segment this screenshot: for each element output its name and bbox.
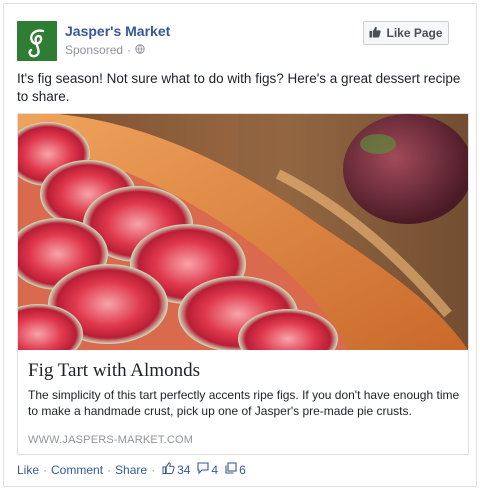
likes-count-value: 34 <box>177 462 191 477</box>
action-separator: · <box>151 462 156 477</box>
fig-tart-image[interactable] <box>18 114 468 350</box>
like-page-label: Like Page <box>386 26 443 40</box>
post-meta: Sponsored · <box>65 43 145 57</box>
action-separator: · <box>107 462 112 477</box>
comment-icon <box>197 462 209 477</box>
thumbs-up-icon <box>369 26 382 41</box>
shares-count[interactable]: 6 <box>225 462 246 477</box>
post-actions: Like · Comment · Share · 34 4 6 <box>17 462 246 477</box>
link-description: The simplicity of this tart perfectly ac… <box>28 388 460 418</box>
thumbs-up-icon <box>162 462 175 477</box>
link-domain: WWW.JASPERS-MARKET.COM <box>28 434 194 446</box>
page-name-link[interactable]: Jasper's Market <box>65 23 170 39</box>
comment-link[interactable]: Comment <box>51 463 103 477</box>
action-separator: · <box>43 462 48 477</box>
globe-icon <box>135 43 145 57</box>
meta-separator: · <box>127 43 132 57</box>
shares-count-value: 6 <box>239 462 246 477</box>
like-link[interactable]: Like <box>17 463 39 477</box>
sponsored-label[interactable]: Sponsored <box>65 43 123 57</box>
likes-count[interactable]: 34 <box>162 462 190 477</box>
post-text: It's fig season! Not sure what to do wit… <box>17 71 461 104</box>
share-icon <box>225 462 237 477</box>
jaspers-market-logo[interactable] <box>17 21 57 61</box>
sponsored-post-card: Jasper's Market Sponsored · Like Page It… <box>3 3 477 487</box>
share-link[interactable]: Share <box>115 463 147 477</box>
comments-count[interactable]: 4 <box>197 462 218 477</box>
link-title[interactable]: Fig Tart with Almonds <box>28 360 200 382</box>
like-page-button[interactable]: Like Page <box>363 21 449 45</box>
comments-count-value: 4 <box>211 462 219 477</box>
link-attachment[interactable]: Fig Tart with Almonds The simplicity of … <box>17 113 469 455</box>
